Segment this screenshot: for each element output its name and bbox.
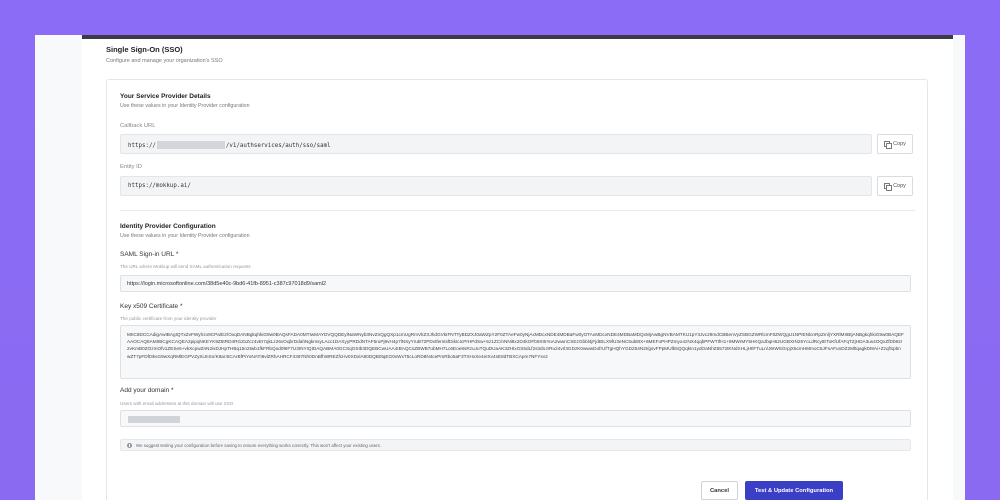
callback-url-label: Callback URL <box>120 123 156 129</box>
certificate-textarea[interactable]: MIIC8DCCAdigAwIBAgIQTxZvFWyhzo9CPa/E2/Ox… <box>120 325 911 379</box>
callback-url-field[interactable]: https:// /v1/authservices/auth/sso/saml <box>120 134 872 154</box>
certificate-help: The public certificate from your identit… <box>120 316 217 321</box>
certificate-label: Key x509 Certificate * <box>120 303 183 310</box>
service-provider-title: Your Service Provider Details <box>120 93 211 100</box>
info-text: We suggest testing your configuration be… <box>136 442 382 448</box>
identity-provider-subtitle: Use these values in your Identity Provid… <box>120 233 250 239</box>
saml-signin-url-label: SAML Sign-in URL * <box>120 251 179 258</box>
copy-label: Copy <box>893 141 906 147</box>
saml-signin-url-help: The URL where Mokkup will send SAML auth… <box>120 264 251 269</box>
copy-icon <box>884 141 893 149</box>
saml-signin-url-value: https://login.microsoftonline.com/38d5e4… <box>127 281 327 287</box>
callback-url-prefix: https:// <box>128 143 156 149</box>
section-divider <box>120 210 915 211</box>
cancel-button[interactable]: Cancel <box>701 481 738 500</box>
domain-help: Users with email addresses at this domai… <box>120 401 234 406</box>
copy-entity-id-button[interactable]: Copy <box>877 176 913 196</box>
domain-label: Add your domain * <box>120 387 174 394</box>
info-notice: We suggest testing your configuration be… <box>120 439 911 451</box>
saml-signin-url-input[interactable]: https://login.microsoftonline.com/38d5e4… <box>120 275 911 292</box>
entity-id-field[interactable]: https://mokkup.ai/ <box>120 176 872 196</box>
entity-id-label: Entity ID <box>120 164 142 170</box>
identity-provider-title: Identity Provider Configuration <box>120 223 216 230</box>
copy-label: Copy <box>893 183 906 189</box>
copy-callback-url-button[interactable]: Copy <box>877 134 913 154</box>
sso-settings-page: Single Sign-On (SSO) Configure and manag… <box>82 39 953 500</box>
test-update-configuration-button[interactable]: Test & Update Configuration <box>745 481 843 500</box>
entity-id-value: https://mokkup.ai/ <box>128 183 191 189</box>
redacted-host <box>156 141 225 149</box>
copy-icon <box>884 183 893 191</box>
redacted-domain <box>128 416 180 423</box>
callback-url-path: /v1/authservices/auth/sso/saml <box>225 143 331 149</box>
info-icon <box>127 442 132 448</box>
sso-config-card: Your Service Provider Details Use these … <box>106 79 928 500</box>
certificate-value: MIIC8DCCAdigAwIBAgIQTxZvFWyhzo9CPa/E2/Ox… <box>127 332 904 359</box>
page-title: Single Sign-On (SSO) <box>106 45 183 54</box>
page-subtitle: Configure and manage your organization's… <box>106 58 223 64</box>
service-provider-subtitle: Use these values in your Identity Provid… <box>120 103 250 109</box>
domain-input[interactable] <box>120 410 911 427</box>
